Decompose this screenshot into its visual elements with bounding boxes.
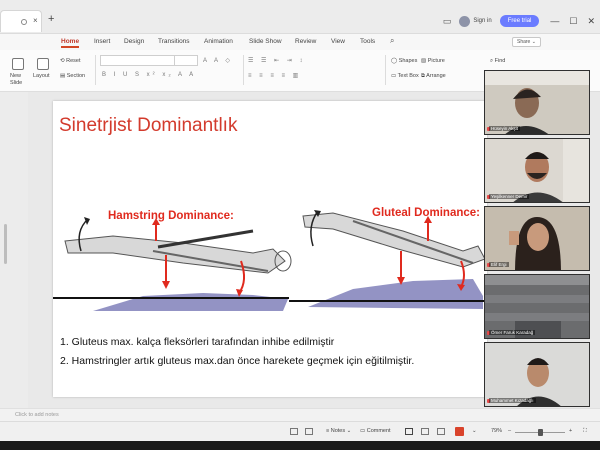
tab-review[interactable]: Review	[295, 38, 316, 45]
reading-view-icon[interactable]	[437, 428, 445, 435]
participant-name: Ömer Faruk Karadağ	[489, 330, 536, 335]
list-buttons[interactable]: ☰ ☰ ⇤ ⇥ ↕	[248, 57, 305, 64]
slide-title[interactable]: Sinetrjist Dominantlık	[59, 115, 237, 137]
video-call-panel: Hüseyin Akşit Yeşilkenner Demir Elif Erg…	[484, 70, 592, 411]
sign-in-button[interactable]: Sign in	[459, 15, 492, 27]
comment-button[interactable]: ▭ Comment	[360, 428, 391, 434]
close-tab-icon[interactable]: ×	[33, 16, 38, 25]
dominance-illustration	[53, 210, 487, 311]
reset-button[interactable]: ⟲ Reset	[60, 58, 81, 64]
tab-slide-show[interactable]: Slide Show	[249, 38, 282, 45]
zoom-slider-thumb[interactable]	[538, 429, 543, 436]
zoom-in-button[interactable]: +	[569, 428, 572, 434]
participant-tile[interactable]: Ömer Faruk Karadağ	[484, 274, 590, 339]
notes-button[interactable]: ≡ Notes ⌄	[326, 428, 351, 434]
free-trial-button[interactable]: Free trial	[499, 15, 540, 27]
user-avatar-icon	[459, 15, 471, 27]
tab-design[interactable]: Design	[124, 38, 144, 45]
participant-tile[interactable]: Elif Ergi	[484, 206, 590, 271]
tab-insert[interactable]: Insert	[94, 38, 110, 45]
minimize-button[interactable]: —	[550, 16, 559, 26]
participant-tile[interactable]: Yeşilkenner Demir	[484, 138, 590, 203]
title-bar: × + ▭ Sign in Free trial — ☐ ✕	[0, 0, 600, 34]
new-slide-button[interactable]: New Slide	[10, 73, 30, 87]
tab-transitions[interactable]: Transitions	[158, 38, 190, 45]
layout-button[interactable]: Layout	[33, 73, 50, 79]
font-size-controls[interactable]: A A ◇	[203, 57, 233, 64]
close-window-button[interactable]: ✕	[587, 16, 595, 27]
participant-tile[interactable]: Hüseyin Akşit	[484, 70, 590, 135]
tab-animation[interactable]: Animation	[204, 38, 233, 45]
find-button[interactable]: ⌕ Find	[490, 58, 505, 65]
participant-name: Hüseyin Akşit	[489, 126, 521, 131]
zoom-out-button[interactable]: –	[508, 428, 511, 434]
slide-canvas[interactable]: Sinetrjist Dominantlık Hamstring Dominan…	[53, 101, 487, 397]
maximize-button[interactable]: ☐	[569, 16, 577, 27]
zoom-level[interactable]: 79%	[491, 428, 502, 434]
tab-view[interactable]: View	[331, 38, 345, 45]
new-tab-button[interactable]: +	[48, 13, 54, 25]
notes-placeholder: Click to add notes	[15, 412, 59, 418]
participant-name: Elif Ergi	[489, 262, 509, 267]
textbox-button[interactable]: ▭ Text Box	[391, 73, 419, 79]
document-icon	[21, 19, 27, 25]
ribbon-divider	[385, 55, 386, 85]
search-icon[interactable]: ⌕	[390, 36, 394, 46]
status-bar: ≡ Notes ⌄ ▭ Comment ⌄ 79% – + ⛶	[0, 421, 600, 441]
slide-sorter-icon[interactable]	[290, 428, 298, 435]
participant-name: Muhammet Kızadağlı	[489, 398, 536, 403]
fit-icon[interactable]	[305, 428, 313, 435]
document-tab[interactable]: ×	[0, 10, 42, 32]
fit-window-icon[interactable]: ⛶	[583, 428, 587, 435]
tab-tools[interactable]: Tools	[360, 38, 375, 45]
text-format-buttons[interactable]: B I U S x² x₂ A Ꭺ	[102, 72, 196, 79]
arrange-button[interactable]: ⧉ Arrange	[421, 73, 446, 80]
hamstring-figure	[53, 217, 292, 311]
align-buttons[interactable]: ≡ ≡ ≡ ≡ ▥	[248, 72, 301, 79]
picture-button[interactable]: ▨ Picture	[421, 58, 445, 64]
share-button[interactable]: Share ⌄	[512, 37, 541, 47]
list-item: 2. Hamstringler artık gluteus max.dan ön…	[60, 355, 415, 367]
ribbon-divider	[243, 55, 244, 85]
ribbon-divider	[95, 55, 96, 85]
slideshow-dropdown[interactable]: ⌄	[472, 428, 477, 434]
slide-bullet-list[interactable]: 1. Gluteus max. kalça fleksörleri tarafı…	[60, 333, 414, 371]
new-slide-icon[interactable]	[12, 58, 24, 70]
window-layout-icon[interactable]: ▭	[443, 16, 452, 27]
presentation-app: × + ▭ Sign in Free trial — ☐ ✕ ≡ Home In…	[0, 0, 600, 441]
pane-resize-handle[interactable]	[4, 224, 7, 264]
layout-icon[interactable]	[37, 58, 49, 70]
shapes-button[interactable]: ◯ Shapes	[391, 58, 417, 64]
slideshow-play-icon[interactable]	[455, 427, 464, 436]
participant-name: Yeşilkenner Demir	[489, 194, 530, 199]
section-button[interactable]: ▤ Section	[60, 73, 85, 79]
sorter-view-icon[interactable]	[421, 428, 429, 435]
normal-view-icon[interactable]	[405, 428, 413, 435]
participant-tile[interactable]: Muhammet Kızadağlı	[484, 342, 590, 407]
font-size-select[interactable]	[174, 55, 198, 66]
tab-home[interactable]: Home	[61, 38, 80, 48]
slide-thumbnail-pane	[0, 92, 28, 408]
menu-bar: ≡ Home Insert Design Transitions Animati…	[0, 34, 600, 80]
list-item: 1. Gluteus max. kalça fleksörleri tarafı…	[60, 336, 335, 348]
gluteal-figure	[289, 210, 487, 309]
